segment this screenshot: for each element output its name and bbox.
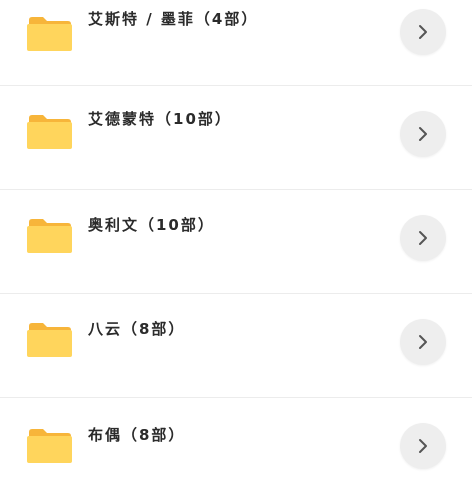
open-folder-button[interactable]	[400, 215, 446, 261]
folder-icon	[26, 114, 73, 150]
folder-title: 艾德蒙特（10部）	[88, 110, 232, 128]
chevron-right-icon	[419, 25, 427, 39]
chevron-right-icon	[419, 127, 427, 141]
folder-title: 奥利文（10部）	[88, 216, 215, 234]
folder-row[interactable]: 布偶（8部）	[0, 398, 472, 485]
folder-title: 八云（8部）	[88, 320, 186, 338]
folder-icon	[26, 322, 73, 358]
folder-title: 艾斯特 / 墨菲（4部）	[88, 10, 259, 28]
folder-icon	[26, 428, 73, 464]
chevron-right-icon	[419, 335, 427, 349]
folder-icon	[26, 16, 73, 52]
folder-icon	[26, 218, 73, 254]
open-folder-button[interactable]	[400, 9, 446, 55]
folder-list: 艾斯特 / 墨菲（4部） 艾德蒙特（10部） 奥利文（10部） 八云（8部） 布…	[0, 0, 472, 485]
folder-row[interactable]: 奥利文（10部）	[0, 190, 472, 294]
folder-title: 布偶（8部）	[88, 426, 186, 444]
chevron-right-icon	[419, 439, 427, 453]
open-folder-button[interactable]	[400, 319, 446, 365]
folder-row[interactable]: 艾斯特 / 墨菲（4部）	[0, 0, 472, 86]
open-folder-button[interactable]	[400, 111, 446, 157]
chevron-right-icon	[419, 231, 427, 245]
folder-row[interactable]: 艾德蒙特（10部）	[0, 86, 472, 190]
open-folder-button[interactable]	[400, 423, 446, 469]
folder-row[interactable]: 八云（8部）	[0, 294, 472, 398]
